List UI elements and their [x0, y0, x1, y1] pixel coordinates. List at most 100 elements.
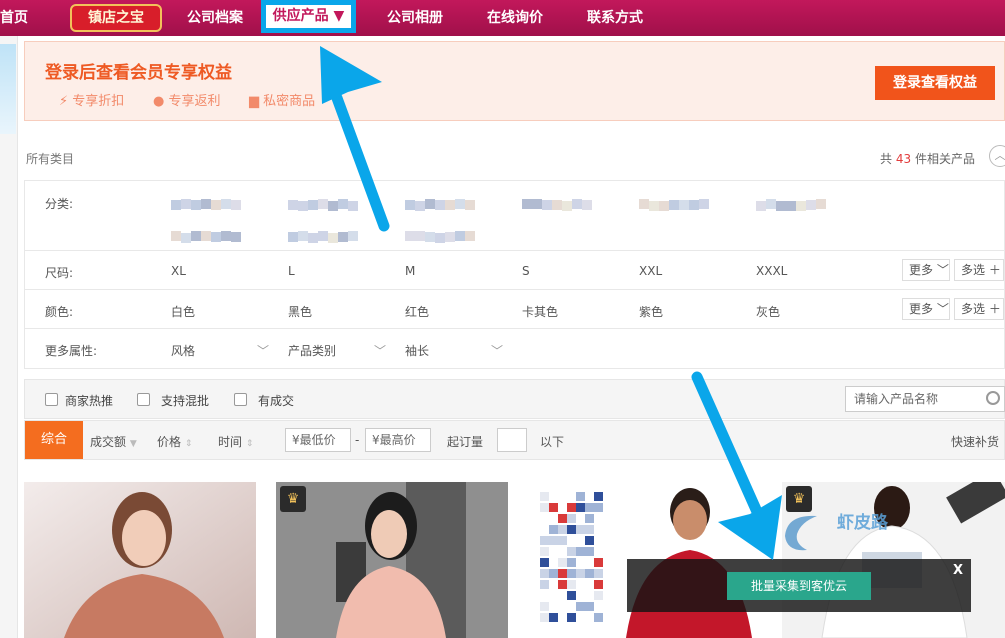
- size-option[interactable]: XL: [171, 264, 186, 278]
- size-option[interactable]: M: [405, 264, 415, 278]
- sort-arrows-icon: ⇕: [245, 439, 254, 449]
- nav-featured-badge[interactable]: 镇店之宝: [70, 4, 162, 32]
- chevron-down-icon: ﹀: [374, 344, 387, 358]
- batch-collect-button[interactable]: 批量采集到客优云: [727, 572, 871, 600]
- mixed-batch-checkbox[interactable]: [137, 393, 150, 406]
- color-option[interactable]: 红色: [405, 303, 429, 320]
- blurred-pixel: [308, 233, 318, 243]
- category-label: 分类:: [45, 197, 74, 211]
- size-multi-select-button[interactable]: 多选 ＋: [954, 259, 1004, 281]
- min-price-input[interactable]: ¥最低价: [285, 428, 351, 452]
- blurred-pixel: [594, 492, 603, 501]
- sort-by-sales[interactable]: 成交额 ▼: [90, 433, 137, 450]
- attr-style-dropdown[interactable]: 风格 ﹀: [171, 342, 271, 359]
- max-price-input[interactable]: ¥最高价: [365, 428, 431, 452]
- size-option[interactable]: S: [522, 264, 530, 278]
- quick-restock-link[interactable]: 快速补货: [951, 433, 999, 450]
- blurred-pixel: [540, 492, 549, 501]
- attr-sleeve-dropdown[interactable]: 袖长 ﹀: [405, 342, 505, 359]
- blurred-pixel: [191, 200, 201, 210]
- sort-sales-label: 成交额: [90, 435, 127, 449]
- size-option[interactable]: L: [288, 264, 295, 278]
- search-icon[interactable]: [986, 391, 1000, 405]
- blurred-pixel: [567, 580, 576, 589]
- blurred-pixel: [425, 199, 435, 209]
- blurred-pixel: [465, 231, 475, 241]
- size-option[interactable]: XXL: [639, 264, 662, 278]
- color-option[interactable]: 灰色: [756, 303, 780, 320]
- moq-label: 起订量: [447, 435, 484, 449]
- attr-category-dropdown[interactable]: 产品类别 ﹀: [288, 342, 388, 359]
- blurred-pixel: [594, 503, 603, 512]
- color-option[interactable]: 紫色: [639, 303, 663, 320]
- blurred-pixel: [594, 613, 603, 622]
- price-dash: -: [355, 433, 360, 447]
- color-multi-select-button[interactable]: 多选 ＋: [954, 298, 1004, 320]
- color-option[interactable]: 白色: [171, 303, 195, 320]
- category-root-link[interactable]: 所有类目: [26, 150, 74, 167]
- close-icon[interactable]: X: [953, 563, 963, 578]
- plus-icon: ＋: [988, 263, 1001, 277]
- blurred-pixel: [576, 547, 585, 556]
- sort-by-time[interactable]: 时间 ⇕: [218, 433, 253, 450]
- has-deal-checkbox[interactable]: [234, 393, 247, 406]
- moq-input[interactable]: [497, 428, 527, 452]
- watermark-text: 虾皮路: [837, 513, 888, 533]
- blurred-pixel: [585, 536, 594, 545]
- login-view-benefits-button[interactable]: 登录查看权益: [875, 66, 995, 100]
- blurred-pixel: [594, 591, 603, 600]
- blurred-pixel: [567, 558, 576, 567]
- sort-by-price[interactable]: 价格 ⇕: [157, 433, 192, 450]
- caret-down-icon: ▼: [129, 439, 137, 449]
- blurred-pixel: [171, 231, 181, 241]
- blurred-pixel: [549, 569, 558, 578]
- nav-company-profile[interactable]: 公司档案: [187, 0, 243, 36]
- size-option[interactable]: XXXL: [756, 264, 787, 278]
- blurred-pixel: [338, 199, 348, 209]
- hot-checkbox[interactable]: [45, 393, 58, 406]
- nav-online-inquiry[interactable]: 在线询价: [487, 0, 543, 36]
- side-thumbnail: [0, 44, 16, 134]
- sort-default-tab[interactable]: 综合: [25, 421, 83, 459]
- blurred-pixel: [348, 231, 358, 241]
- blurred-pixel: [756, 201, 766, 211]
- blurred-pixel: [699, 199, 709, 209]
- product-image: [24, 482, 256, 638]
- filter-row-size: 尺码: XL L M S XXL XXXL 更多 ﹀ 多选 ＋: [25, 251, 1004, 290]
- attr-category-label: 产品类别: [288, 344, 337, 358]
- nav-contact[interactable]: 联系方式: [587, 0, 643, 36]
- product-card[interactable]: [24, 482, 256, 638]
- nav-photo-album[interactable]: 公司相册: [387, 0, 443, 36]
- hot-checkbox-label: 商家热推: [65, 394, 114, 408]
- blurred-pixel: [549, 536, 558, 545]
- product-card[interactable]: ♛: [276, 482, 508, 638]
- nav-products-active[interactable]: 供应产品 ▼: [261, 0, 356, 33]
- blurred-pixel: [689, 200, 699, 210]
- blurred-pixel: [572, 199, 582, 209]
- color-option[interactable]: 卡其色: [522, 303, 558, 320]
- blurred-pixel: [585, 514, 594, 523]
- color-more-button[interactable]: 更多 ﹀: [902, 298, 950, 320]
- blurred-pixel: [540, 613, 549, 622]
- blurred-pixel: [445, 232, 455, 242]
- blurred-pixel: [405, 200, 415, 210]
- product-search-input[interactable]: 请输入产品名称: [845, 386, 1005, 412]
- blurred-pixel: [338, 232, 348, 242]
- size-more-button[interactable]: 更多 ﹀: [902, 259, 950, 281]
- blurred-pixel: [288, 200, 298, 210]
- blurred-pixel: [328, 201, 338, 211]
- blurred-pixel: [455, 199, 465, 209]
- blurred-pixel: [776, 201, 786, 211]
- blurred-pixel: [540, 580, 549, 589]
- color-option[interactable]: 黑色: [288, 303, 312, 320]
- blurred-pixel: [542, 200, 552, 210]
- attr-style-label: 风格: [171, 344, 196, 358]
- blurred-pixel: [585, 503, 594, 512]
- collapse-filters-button[interactable]: ︿: [989, 145, 1005, 167]
- attr-sleeve-label: 袖长: [405, 344, 430, 358]
- blurred-pixel: [181, 199, 191, 209]
- blurred-pixel: [558, 580, 567, 589]
- filter-panel: 分类: 尺码: XL L M S XXL XXXL 更多 ﹀ 多选 ＋ 颜色: …: [24, 180, 1005, 369]
- blurred-pixel: [585, 547, 594, 556]
- nav-home[interactable]: 首页: [0, 0, 28, 36]
